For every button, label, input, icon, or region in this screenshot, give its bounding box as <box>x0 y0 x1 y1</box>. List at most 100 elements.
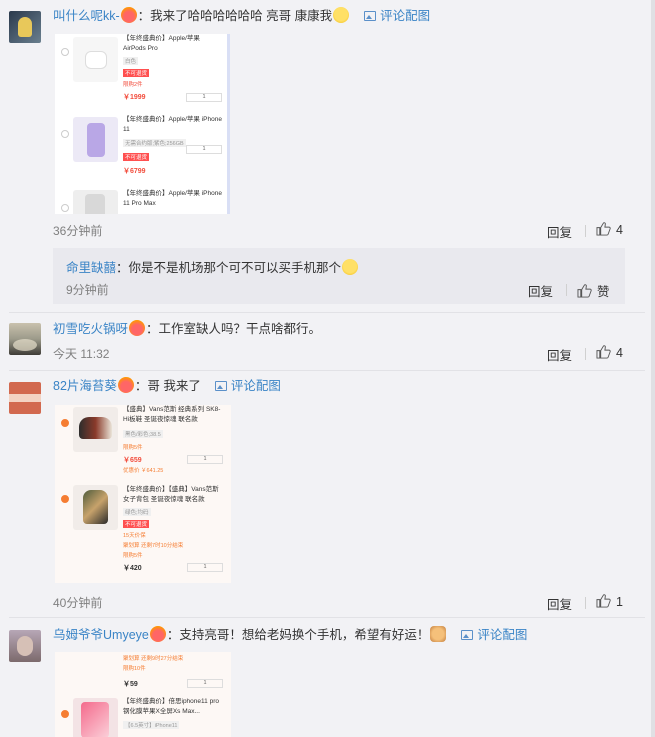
select-radio[interactable] <box>61 495 69 503</box>
thumbs-up-icon <box>596 222 611 236</box>
image-icon <box>214 381 227 391</box>
comment-image-link[interactable]: 评论配图 <box>214 379 281 393</box>
comment-image[interactable]: 【年终盛典价】Apple/苹果 AirPods Pro 白色 不可退货 限购2件… <box>55 34 230 214</box>
quantity-stepper[interactable]: 1 <box>186 145 222 154</box>
thumbs-up-icon <box>596 594 611 608</box>
comment-time: 今天 11:32 <box>53 347 110 361</box>
product-title: 【年终盛典价】【盛典】Vans范斯 女子背包 圣诞夜惊魂 联名款 <box>123 486 219 503</box>
sub-reply-reply-button[interactable]: 回复 <box>528 281 553 300</box>
image-icon <box>461 630 474 640</box>
product-row: 【年终盛典价】Apple/苹果 AirPods Pro 白色 不可退货 限购2件… <box>55 34 230 102</box>
comment-time: 40分钟前 <box>53 596 103 610</box>
product-title: 【年终盛典价】Apple/苹果 iPhone 11 Pro Max <box>123 190 222 207</box>
product-price: ￥659 <box>123 457 142 464</box>
comment-line: 82片海苔葵 ：哥 我来了 评论配图 <box>53 377 281 395</box>
comment-image-label: 评论配图 <box>380 9 431 23</box>
like-count: 1 <box>616 595 623 609</box>
product-sku: 黑色/彩色;38.5 <box>123 430 163 438</box>
username-link[interactable]: 叫什么呢kk- <box>53 9 120 23</box>
comment-image-link[interactable]: 评论配图 <box>461 628 527 642</box>
product-row: 【年终盛典价】倍思iphone11 pro钢化膜苹果X全屏Xs Max... 【… <box>55 696 231 737</box>
sub-reply-like-label: 赞 <box>597 285 610 299</box>
like-button[interactable]: 1 <box>596 594 623 609</box>
divider <box>585 597 586 609</box>
reply-button[interactable]: 回复 <box>547 345 572 364</box>
crown-emoji-icon <box>120 7 137 23</box>
avatar-band <box>9 394 41 402</box>
avatar[interactable] <box>9 11 41 43</box>
quantity-stepper[interactable]: 1 <box>187 679 223 688</box>
comment-image[interactable]: 【盛典】Vans范斯 经典系列 SK8-Hi板鞋 圣诞夜惊魂 联名款 黑色/彩色… <box>55 405 231 583</box>
comment-image[interactable]: 聚划算 还剩9时27分结束 限购10件 ￥59 1 【年终盛典价】倍思iphon… <box>55 652 231 737</box>
comment-line: 叫什么呢kk- ：我来了哈哈哈哈哈哈 亮哥 康康我 评论配图 <box>53 7 430 25</box>
select-radio[interactable] <box>61 419 69 427</box>
sub-reply-like-button[interactable]: 赞 <box>577 281 610 300</box>
like-button[interactable]: 4 <box>596 345 623 360</box>
product-sku: 绿色;均码 <box>123 508 151 516</box>
product-title: 【年终盛典价】Apple/苹果 iPhone 11 <box>123 116 222 133</box>
avatar-figure <box>18 17 32 37</box>
vans-shoe-image <box>73 407 118 452</box>
comment-text: ：工作室缺人吗？干点啥都行。 <box>146 322 322 336</box>
comment-1: 叫什么呢kk- ：我来了哈哈哈哈哈哈 亮哥 康康我 评论配图 【年终盛典价】Appl… <box>0 0 645 310</box>
crown-emoji-icon <box>129 320 146 336</box>
iphone11pro-product-image <box>73 190 118 214</box>
comment-text: ：哥 我来了 <box>134 379 201 393</box>
like-count: 4 <box>616 346 623 360</box>
comment-text: ：我来了哈哈哈哈哈哈 亮哥 康康我 <box>137 9 333 23</box>
product-sku: 白色 <box>123 57 139 65</box>
avatar-sun <box>13 339 37 351</box>
sub-reply: 命里缺囍：你是不是机场那个可不可以买手机那个 9分钟前 回复 赞 <box>53 248 625 304</box>
select-radio[interactable] <box>61 130 69 138</box>
reply-button[interactable]: 回复 <box>547 594 572 613</box>
username-link[interactable]: 82片海苔葵 <box>53 379 117 393</box>
username-link[interactable]: 乌姆爷爷Umyeye <box>53 628 149 642</box>
select-radio[interactable] <box>61 710 69 718</box>
sub-reply-line: 命里缺囍：你是不是机场那个可不可以买手机那个 <box>66 257 359 276</box>
product-price: ￥59 <box>123 681 138 688</box>
limit-note: 限购5件 <box>123 553 143 559</box>
airpods-case <box>85 51 107 69</box>
limit-note: 限购2件 <box>123 82 143 88</box>
avatar[interactable] <box>9 323 41 355</box>
vans-shoe <box>79 417 112 439</box>
product-price: ￥1999 <box>123 94 146 101</box>
product-price: ￥6799 <box>123 168 146 175</box>
like-button[interactable]: 4 <box>596 222 623 237</box>
comment-text: ：支持亮哥！想给老妈换个手机，希望有好运！ <box>166 628 430 642</box>
product-row: 【年终盛典价】Apple/苹果 iPhone 11 无需合约版;紫色;256GB… <box>55 112 230 182</box>
thumbs-up-icon <box>596 345 611 359</box>
vans-backpack <box>83 490 108 524</box>
comment-line: 初雪吃火锅呀 ：工作室缺人吗？干点啥都行。 <box>53 320 321 338</box>
avatar[interactable] <box>9 382 41 414</box>
price-guarantee-note: 15天价保 <box>123 533 146 539</box>
iphone11-product-image <box>73 117 118 162</box>
comment-image-label: 评论配图 <box>477 628 528 642</box>
comment-3: 82片海苔葵 ：哥 我来了 评论配图 【盛典】Vans范斯 经典系列 SK8-Hi板… <box>0 371 645 616</box>
no-return-tag: 不可退货 <box>123 69 150 77</box>
iphone-purple <box>87 123 105 157</box>
sub-reply-time: 9分钟前 <box>66 283 109 297</box>
quantity-stepper[interactable]: 1 <box>187 563 223 572</box>
sub-reply-username[interactable]: 命里缺囍 <box>66 261 116 275</box>
page-scrollbar[interactable] <box>651 0 655 737</box>
crown-emoji-icon <box>149 626 166 642</box>
airpods-product-image <box>73 37 118 82</box>
comment-2: 初雪吃火锅呀 ：工作室缺人吗？干点啥都行。 今天 11:32 回复 4 <box>0 313 645 371</box>
username-link[interactable]: 初雪吃火锅呀 <box>53 322 128 336</box>
thumbs-up-icon <box>577 284 592 298</box>
avatar[interactable] <box>9 630 41 662</box>
comment-image-label: 评论配图 <box>230 379 281 393</box>
reply-button[interactable]: 回复 <box>547 222 572 241</box>
select-radio[interactable] <box>61 204 69 212</box>
product-title: 【年终盛典价】Apple/苹果 AirPods Pro <box>123 35 200 52</box>
product-row: 【盛典】Vans范斯 经典系列 SK8-Hi板鞋 圣诞夜惊魂 联名款 黑色/彩色… <box>55 405 231 479</box>
crown-emoji-icon <box>117 377 134 393</box>
limit-note: 限购10件 <box>123 666 146 672</box>
comment-image-link[interactable]: 评论配图 <box>364 9 430 23</box>
product-sku: 【6.5英寸】iPhone11 <box>123 721 180 729</box>
select-radio[interactable] <box>61 48 69 56</box>
quantity-stepper[interactable]: 1 <box>187 455 223 464</box>
juhuasuan-note: 聚划算 还剩9时27分结束 <box>123 656 184 662</box>
quantity-stepper[interactable]: 1 <box>186 93 222 102</box>
